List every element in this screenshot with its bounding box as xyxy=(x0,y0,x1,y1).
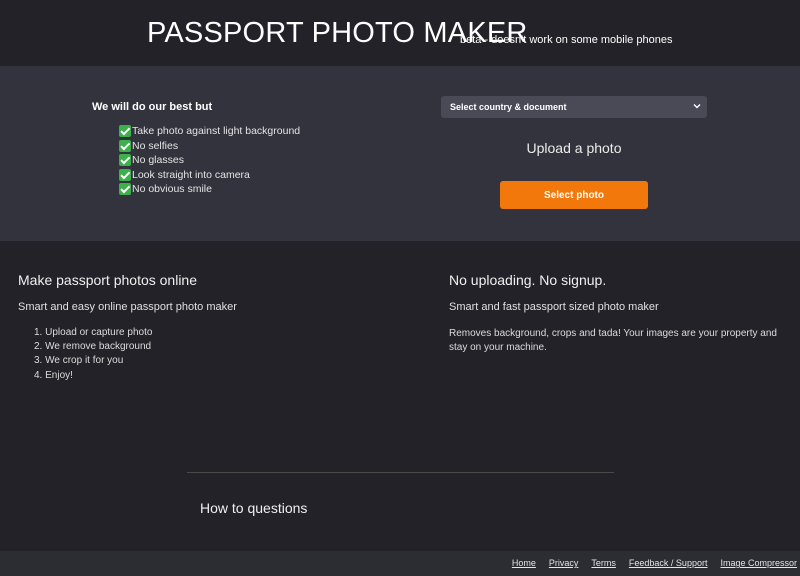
upload-panel: We will do our best but Take photo again… xyxy=(0,66,800,241)
tip-item: No glasses xyxy=(119,153,300,168)
tips-list: Take photo against light background No s… xyxy=(119,124,300,197)
tip-label: No obvious smile xyxy=(132,183,212,196)
step-item: 3. We crop it for you xyxy=(34,355,124,367)
tip-item: Take photo against light background xyxy=(119,124,300,139)
beta-notice: beta - doesn't work on some mobile phone… xyxy=(460,34,673,46)
step-label: Upload or capture photo xyxy=(45,327,153,338)
step-label: We crop it for you xyxy=(45,355,124,367)
steps-list: 1. Upload or capture photo 2. We remove … xyxy=(34,327,152,384)
footer-link-privacy[interactable]: Privacy xyxy=(549,558,579,568)
check-icon xyxy=(119,183,131,196)
tip-label: Take photo against light background xyxy=(132,125,301,138)
check-icon xyxy=(119,139,131,152)
select-value: Select country & document xyxy=(450,102,567,112)
chevron-down-icon xyxy=(693,104,701,109)
step-item: 4. Enjoy! xyxy=(34,369,73,381)
step-item: 2. We remove background xyxy=(34,341,152,353)
step-item: 1. Upload or capture photo xyxy=(34,327,153,338)
check-icon xyxy=(119,154,131,167)
page: PASSPORT PHOTO MAKER beta - doesn't work… xyxy=(0,0,800,576)
faq-heading: How to questions xyxy=(200,500,308,516)
tip-item: No obvious smile xyxy=(119,182,300,197)
make-photos-subheading: Smart and easy online passport photo mak… xyxy=(18,301,237,313)
footer-link-home[interactable]: Home xyxy=(512,558,536,568)
footer-link-terms[interactable]: Terms xyxy=(591,558,616,568)
site-header: PASSPORT PHOTO MAKER beta - doesn't work… xyxy=(0,0,800,66)
check-icon xyxy=(119,125,131,138)
no-upload-subheading: Smart and fast passport sized photo make… xyxy=(449,301,659,313)
check-icon xyxy=(119,168,131,181)
step-label: We remove background xyxy=(45,341,152,353)
tips-intro: We will do our best but xyxy=(92,101,213,113)
section-divider xyxy=(187,472,614,473)
footer-bar: Home Privacy Terms Feedback / Support Im… xyxy=(0,551,800,576)
privacy-description: Removes background, crops and tada! Your… xyxy=(449,328,777,354)
no-upload-heading: No uploading. No signup. xyxy=(449,272,607,288)
footer-links: Home Privacy Terms Feedback / Support Im… xyxy=(512,558,797,568)
make-photos-heading: Make passport photos online xyxy=(18,272,197,288)
footer-link-image-compressor[interactable]: Image Compressor xyxy=(720,558,797,568)
tip-label: Look straight into camera xyxy=(132,168,250,181)
country-document-select[interactable]: Select country & document xyxy=(441,96,707,118)
tip-item: No selfies xyxy=(119,139,300,154)
tip-label: No glasses xyxy=(132,154,184,167)
footer-link-feedback[interactable]: Feedback / Support xyxy=(629,558,708,568)
step-label: Enjoy! xyxy=(45,369,73,381)
tip-item: Look straight into camera xyxy=(119,168,300,183)
tip-label: No selfies xyxy=(132,139,179,152)
select-photo-button[interactable]: Select photo xyxy=(500,181,648,209)
upload-title: Upload a photo xyxy=(526,140,622,156)
